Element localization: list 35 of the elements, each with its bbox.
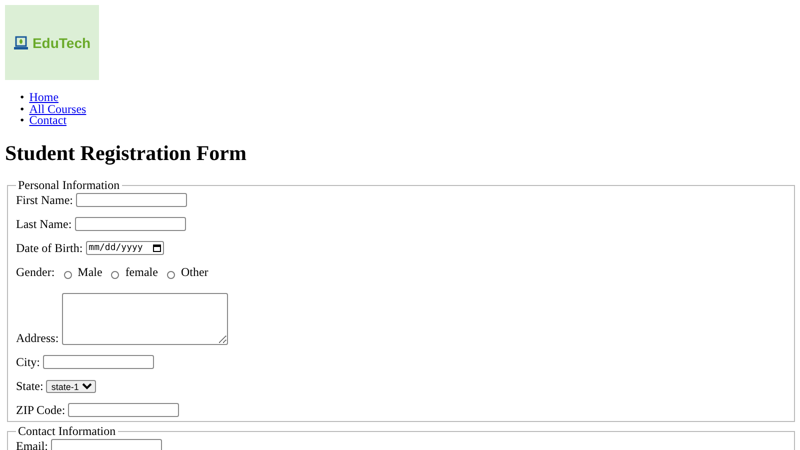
field-label: Gender: [16, 264, 55, 278]
field-label: Date of Birth: [16, 240, 83, 254]
field-label: City: [16, 354, 40, 368]
bullet: • [20, 115, 24, 126]
field-label: Last Name: [16, 216, 72, 230]
nav-link[interactable]: Contact [29, 115, 67, 126]
bullet: • [20, 104, 24, 115]
field-label: First Name: [16, 192, 73, 206]
calendar-icon [152, 244, 161, 252]
field-label: Email: [16, 438, 48, 450]
field-label: State: [16, 378, 44, 392]
bullet: • [20, 92, 24, 104]
logo-text: EduTech [32, 34, 91, 50]
text-field[interactable] [68, 402, 180, 416]
radio-label: Male [78, 264, 102, 278]
text-field[interactable] [76, 192, 187, 206]
radio-button[interactable] [166, 270, 175, 278]
radio-label: female [125, 264, 158, 278]
laptop-icon [13, 34, 30, 50]
radio-button[interactable] [64, 270, 72, 278]
radio-label: Other [180, 264, 208, 278]
section-legend: Personal Information [16, 178, 122, 192]
date-field[interactable]: mm/dd/yyyy [86, 240, 164, 254]
nav-link[interactable]: All Courses [29, 104, 86, 115]
text-field[interactable] [74, 216, 186, 230]
text-field[interactable] [43, 354, 154, 368]
radio-button[interactable] [111, 270, 120, 278]
nav-link[interactable]: Home [29, 92, 59, 104]
field-label: Address: [16, 330, 59, 344]
section-legend: Contact Information [16, 424, 118, 438]
text-field[interactable] [51, 438, 162, 450]
field-label: ZIP Code: [16, 402, 66, 416]
page-title: Student Registration Form [5, 140, 248, 166]
address-field[interactable] [62, 292, 228, 344]
state-select[interactable]: state-1 [46, 380, 96, 392]
